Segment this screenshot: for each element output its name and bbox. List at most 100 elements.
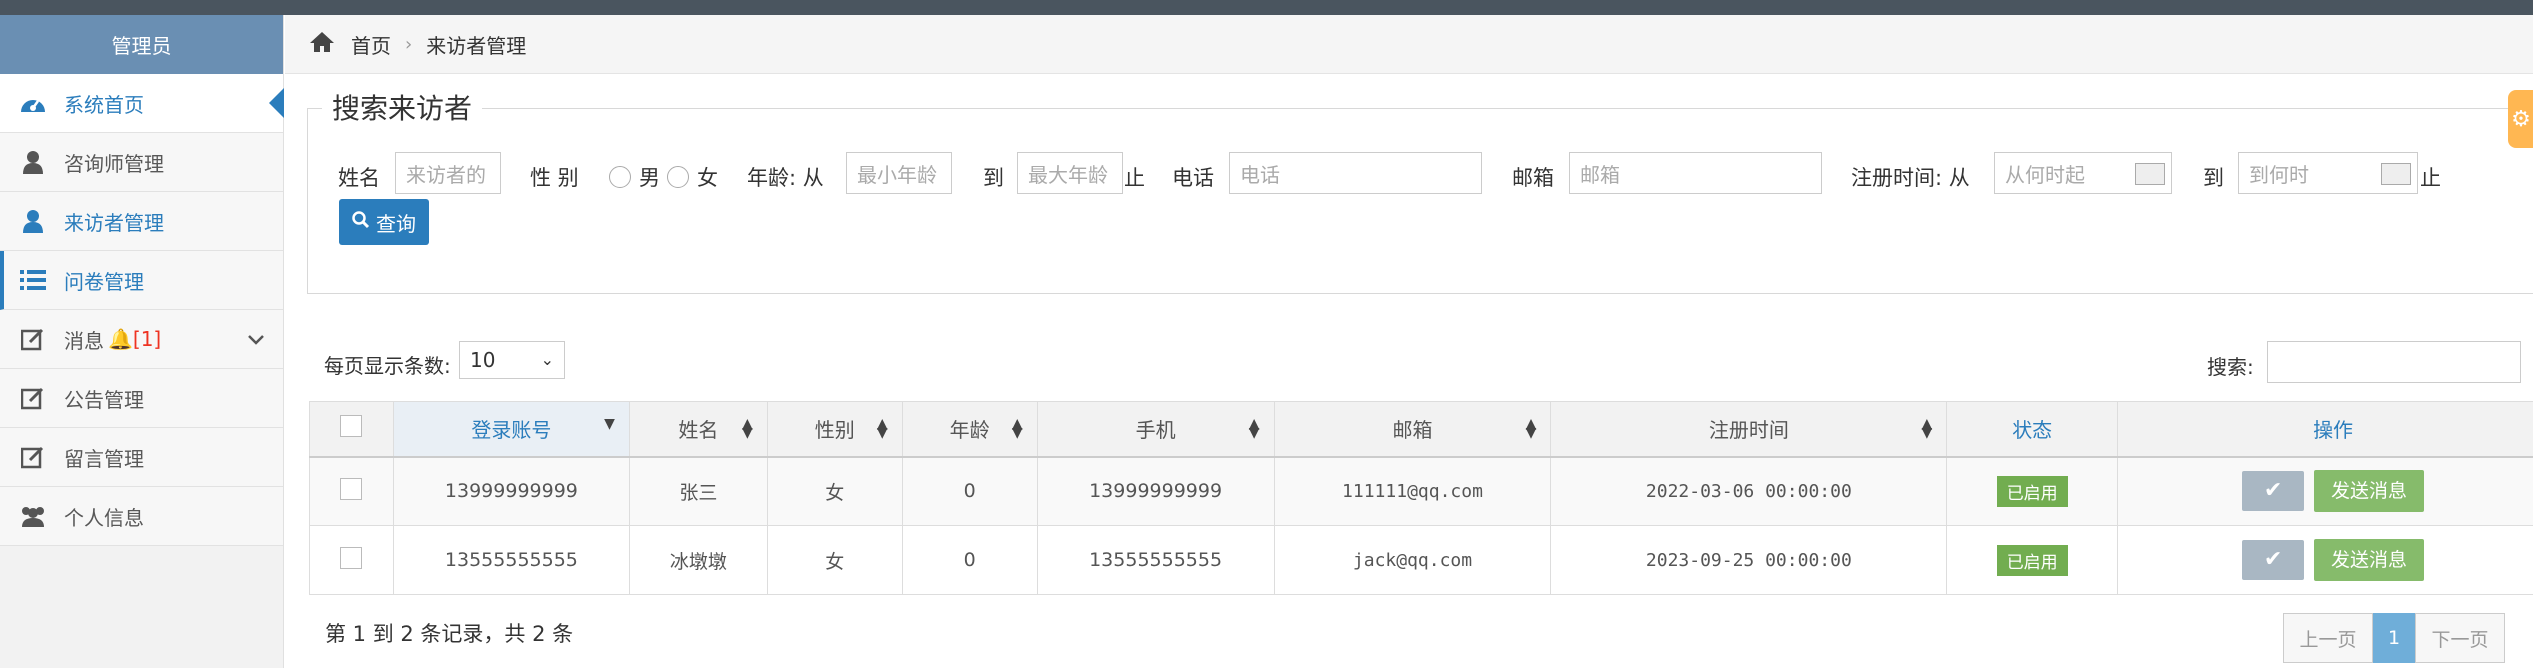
user-icon — [18, 147, 48, 177]
sidebar-item-label: 咨询师管理 — [64, 151, 164, 176]
header-label: 手机 — [1135, 418, 1176, 443]
sort-icon: ▲ ▼ — [1011, 416, 1023, 441]
top-bar — [0, 0, 2533, 15]
enable-button[interactable]: ✔ — [2242, 540, 2305, 580]
actions-cell: ✔ 发送消息 — [2117, 456, 2533, 526]
reg-from-placeholder: 从何时起 — [2005, 162, 2085, 187]
male-radio[interactable] — [609, 166, 631, 188]
breadcrumb-separator-icon: › — [405, 33, 413, 55]
per-page-select[interactable]: 10 ⌄ — [459, 341, 565, 379]
table-search-input[interactable] — [2267, 341, 2521, 383]
list-icon — [18, 265, 48, 295]
sidebar-item-label: 问卷管理 — [64, 269, 144, 294]
chevron-down-icon[interactable] — [247, 327, 265, 351]
calendar-icon[interactable] — [2381, 163, 2411, 185]
header-name[interactable]: 姓名 ▲ ▼ — [628, 401, 768, 458]
select-all-header — [309, 401, 394, 458]
row-checkbox[interactable] — [340, 546, 363, 569]
header-reg-time[interactable]: 注册时间 ▲ ▼ — [1550, 401, 1948, 458]
page-1-button[interactable]: 1 — [2373, 613, 2415, 663]
actions-cell: ✔ 发送消息 — [2117, 525, 2533, 595]
age-max-input[interactable]: 最大年龄 — [1017, 152, 1123, 194]
edit-icon — [18, 383, 48, 413]
age-from-label: 年龄: 从 — [747, 166, 824, 190]
user-icon — [18, 206, 48, 236]
users-icon — [18, 501, 48, 531]
phone-label: 电话 — [1172, 166, 1214, 190]
row-select-cell — [309, 456, 394, 526]
sidebar-item-profile[interactable]: 个人信息 — [0, 487, 283, 546]
bell-icon: 🔔 — [108, 327, 133, 351]
header-label: 操作 — [2313, 418, 2354, 443]
status-cell: 已启用 — [1946, 456, 2119, 526]
female-radio[interactable] — [667, 166, 689, 188]
header-gender[interactable]: 性别 ▲ ▼ — [766, 401, 903, 458]
email-input[interactable]: 邮箱 — [1569, 152, 1822, 194]
row-select-cell — [309, 525, 394, 595]
reg-to-input[interactable]: 到何时 — [2238, 152, 2418, 194]
visitor-table: 登录账号 ▼ 姓名 ▲ ▼ 性别 ▲ ▼ 年龄 ▲ ▼ 手机 ▲ ▼ 邮箱 ▲ ▼ 注册时间 ▲ ▼ 状态… — [309, 401, 2533, 595]
prev-page-button[interactable]: 上一页 — [2283, 613, 2373, 663]
table-header-row: 登录账号 ▼ 姓名 ▲ ▼ 性别 ▲ ▼ 年龄 ▲ ▼ 手机 ▲ ▼ 邮箱 ▲ ▼ 注册时间 ▲ ▼ 状态… — [309, 401, 2533, 458]
check-icon: ✔ — [2263, 478, 2283, 504]
header-label: 注册时间 — [1708, 418, 1789, 443]
sidebar-item-label: 个人信息 — [64, 505, 144, 530]
phone-input[interactable]: 电话 — [1229, 152, 1482, 194]
sort-icon: ▲ ▼ — [1921, 416, 1933, 441]
email-cell: 111111@qq.com — [1273, 456, 1552, 526]
header-email[interactable]: 邮箱 ▲ ▼ — [1273, 401, 1552, 458]
select-all-checkbox[interactable] — [340, 415, 363, 438]
per-page-label: 每页显示条数: — [324, 354, 451, 378]
per-page-value: 10 — [470, 348, 496, 372]
header-age[interactable]: 年龄 ▲ ▼ — [901, 401, 1038, 458]
search-panel-title: 搜索来访者 — [322, 87, 483, 127]
age-stop-label: 止 — [1124, 166, 1145, 190]
reg-stop-label: 止 — [2420, 166, 2441, 190]
edit-icon — [18, 324, 48, 354]
sidebar-header: 管理员 — [0, 15, 283, 74]
sidebar-item-announcements[interactable]: 公告管理 — [0, 369, 283, 428]
sidebar-item-guestbook[interactable]: 留言管理 — [0, 428, 283, 487]
header-account[interactable]: 登录账号 ▼ — [392, 401, 630, 458]
check-icon: ✔ — [2263, 547, 2283, 572]
email-cell: jack@qq.com — [1273, 525, 1552, 595]
settings-gear-icon[interactable]: ⚙ — [2508, 90, 2533, 148]
account-cell: 13999999999 — [392, 456, 630, 526]
sort-icon: ▲ ▼ — [1248, 416, 1260, 441]
reg-from-label: 注册时间: 从 — [1851, 166, 1970, 190]
name-cell: 冰墩墩 — [628, 525, 768, 595]
breadcrumb-home-link[interactable]: 首页 — [351, 30, 391, 59]
row-checkbox[interactable] — [340, 477, 363, 500]
account-cell: 13555555555 — [392, 525, 630, 595]
header-phone[interactable]: 手机 ▲ ▼ — [1036, 401, 1275, 458]
sidebar-item-dashboard[interactable]: 系统首页 — [0, 74, 284, 133]
query-button[interactable]: 查询 — [339, 199, 429, 245]
table-search-label: 搜索: — [2207, 355, 2254, 379]
name-input[interactable]: 来访者的 — [395, 152, 501, 194]
enable-button[interactable]: ✔ — [2242, 471, 2305, 512]
reg-from-input[interactable]: 从何时起 — [1994, 152, 2172, 194]
phone-cell: 13999999999 — [1036, 456, 1275, 526]
dashboard-icon — [18, 88, 48, 118]
header-label: 邮箱 — [1392, 418, 1433, 443]
home-icon[interactable] — [309, 31, 335, 58]
send-message-button[interactable]: 发送消息 — [2314, 539, 2425, 581]
status-badge: 已启用 — [1996, 544, 2068, 576]
sidebar-item-questionnaires[interactable]: 问卷管理 — [0, 251, 283, 310]
male-label: 男 — [639, 166, 660, 190]
calendar-icon[interactable] — [2135, 163, 2165, 185]
table-row: 13999999999 张三 女 0 13999999999 111111@qq… — [309, 456, 2533, 526]
next-page-button[interactable]: 下一页 — [2415, 613, 2505, 663]
sidebar-item-visitors[interactable]: 来访者管理 — [0, 192, 283, 251]
edit-icon — [18, 442, 48, 472]
age-cell: 0 — [901, 456, 1038, 526]
sidebar-item-messages[interactable]: 消息 🔔 [1] — [0, 310, 283, 369]
gender-cell: 女 — [766, 525, 903, 595]
gender-cell: 女 — [766, 456, 903, 526]
sort-icon: ▲ ▼ — [1525, 416, 1537, 441]
send-message-button[interactable]: 发送消息 — [2314, 470, 2425, 513]
sidebar-item-counselors[interactable]: 咨询师管理 — [0, 133, 283, 192]
search-panel: 搜索来访者 — [307, 87, 2533, 294]
age-min-input[interactable]: 最小年龄 — [846, 152, 952, 194]
header-label: 年龄 — [949, 418, 990, 443]
